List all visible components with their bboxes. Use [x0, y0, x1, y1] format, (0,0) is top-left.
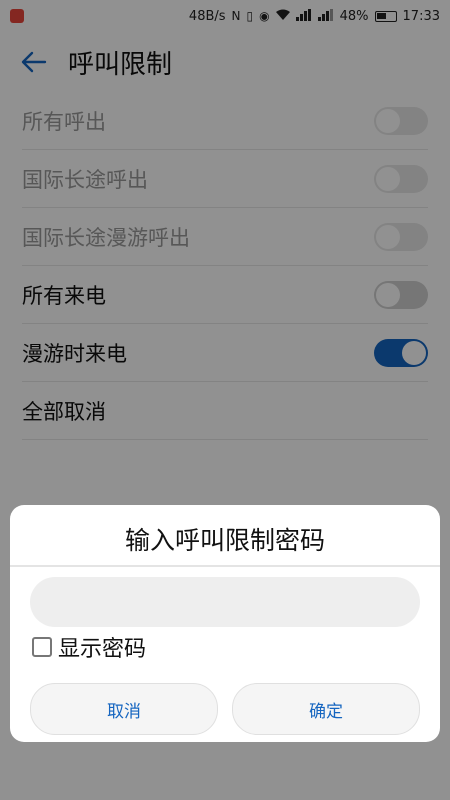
show-password-toggle[interactable]: 显示密码: [32, 631, 146, 663]
dialog-divider: [10, 565, 440, 567]
password-dialog: 输入呼叫限制密码 显示密码 取消 确定: [10, 505, 440, 742]
dialog-title: 输入呼叫限制密码: [124, 526, 325, 555]
show-password-checkbox[interactable]: [32, 637, 52, 657]
show-password-label: 显示密码: [58, 637, 147, 662]
cancel-button[interactable]: 取消: [30, 683, 218, 735]
confirm-button[interactable]: 确定: [232, 683, 420, 735]
password-input[interactable]: [30, 577, 420, 627]
